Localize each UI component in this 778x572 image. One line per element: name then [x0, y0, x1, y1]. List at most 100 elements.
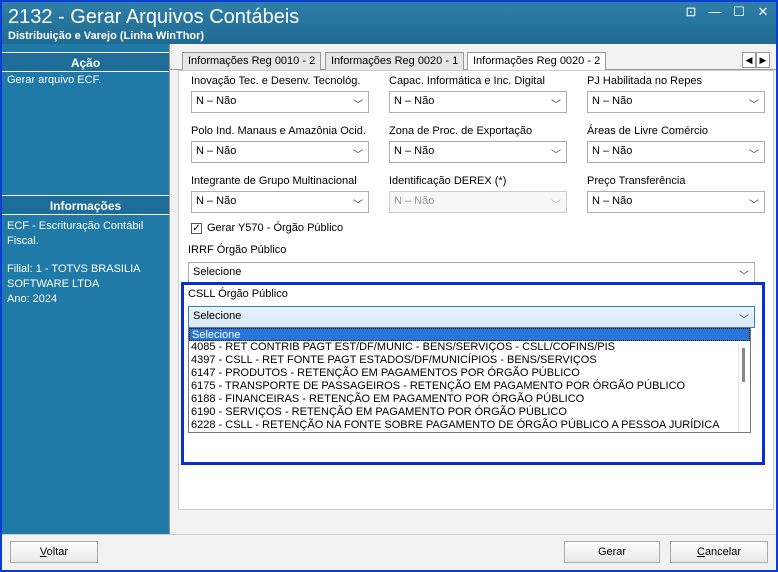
zona-label: Zona de Proc. de Exportação [389, 125, 533, 137]
pj-repes-select[interactable]: N – Não ﹀ [587, 91, 765, 113]
minimize-icon[interactable]: — [708, 5, 722, 19]
voltar-accel: V [39, 546, 47, 558]
irrf-select[interactable]: Selecione ﹀ [188, 262, 755, 284]
info-line2: Fiscal. [7, 235, 39, 247]
chevron-down-icon: ﹀ [551, 100, 561, 111]
window-subtitle: Distribuição e Varejo (Linha WinThor) [8, 30, 205, 42]
maximize-icon[interactable]: ☐ [732, 5, 746, 19]
cancelar-accel: C [696, 546, 705, 558]
areas-label: Áreas de Livre Comércio [587, 125, 709, 137]
info-line1: ECF - Escrituração Contábil [7, 220, 144, 232]
window-title: 2132 - Gerar Arquivos Contábeis [8, 6, 300, 28]
dropdown-option[interactable]: 6228 - CSLL - RETENÇÃO NA FONTE SOBRE PA… [189, 419, 750, 432]
irrf-label: IRRF Órgão Público [188, 244, 287, 256]
field-capac: Capac. Informática e Inc. Digital N – Nã… [389, 75, 567, 113]
chevron-down-icon: ﹀ [749, 150, 759, 161]
derex-value: N – Não [394, 195, 435, 207]
csll-value: Selecione [193, 310, 242, 322]
inovacao-select[interactable]: N – Não ﹀ [191, 91, 369, 113]
gerar-y570-label: Gerar Y570 - Órgão Público [207, 222, 344, 234]
tab-right-arrow-icon[interactable]: ▶ [756, 52, 770, 68]
polo-label: Polo Ind. Manaus e Amazônia Ocid. [191, 125, 366, 137]
dropdown-scrollbar[interactable] [738, 342, 750, 432]
field-csll: CSLL Órgão Público Selecione ﹀ [188, 288, 755, 328]
dropdown-option[interactable]: 6147 - PRODUTOS - RETENÇÃO EM PAGAMENTOS… [189, 367, 750, 380]
dropdown-option[interactable]: 4397 - CSLL - RET FONTE PAGT ESTADOS/DF/… [189, 354, 750, 367]
capac-select[interactable]: N – Não ﹀ [389, 91, 567, 113]
content-area: Informações Reg 0010 - 2 Informações Reg… [170, 44, 776, 534]
dropdown-option[interactable]: Selecione [189, 328, 750, 341]
integrante-value: N – Não [196, 195, 237, 207]
tab-reg-0020-1[interactable]: Informações Reg 0020 - 1 [325, 52, 465, 70]
field-irrf: IRRF Órgão Público Selecione ﹀ [188, 244, 755, 284]
title-bar: 2132 - Gerar Arquivos Contábeis Distribu… [2, 2, 776, 44]
pj-repes-value: N – Não [592, 95, 633, 107]
chevron-down-icon: ﹀ [353, 150, 363, 161]
gerar-y570-row[interactable]: ✓ Gerar Y570 - Órgão Público [191, 222, 343, 234]
field-inovacao: Inovação Tec. e Desenv. Tecnológ. N – Nã… [191, 75, 369, 113]
tab-reg-0010-2[interactable]: Informações Reg 0010 - 2 [182, 52, 322, 70]
chevron-down-icon: ﹀ [353, 100, 363, 111]
window-controls: ⊡ — ☐ ✕ [684, 5, 770, 19]
preco-value: N – Não [592, 195, 633, 207]
acao-header: Ação [2, 52, 169, 72]
sidebar: Ação Gerar arquivo ECF. Informações ECF … [2, 44, 170, 534]
dropdown-option[interactable]: 6188 - FINANCEIRAS - RETENÇÃO EM PAGAMEN… [189, 393, 750, 406]
voltar-label: oltar [46, 546, 69, 558]
capac-label: Capac. Informática e Inc. Digital [389, 75, 545, 87]
chevron-down-icon: ﹀ [353, 200, 363, 211]
derex-select: N – Não ﹀ [389, 191, 567, 213]
preco-select[interactable]: N – Não ﹀ [587, 191, 765, 213]
inovacao-label: Inovação Tec. e Desenv. Tecnológ. [191, 75, 361, 87]
close-icon[interactable]: ✕ [756, 5, 770, 19]
field-derex: Identificação DEREX (*) N – Não ﹀ [389, 175, 567, 213]
derex-label: Identificação DEREX (*) [389, 175, 507, 187]
dropdown-option[interactable]: 6190 - SERVIÇOS - RETENÇÃO EM PAGAMENTO … [189, 406, 750, 419]
inovacao-value: N – Não [196, 95, 237, 107]
preco-label: Preço Transferência [587, 175, 686, 187]
scrollbar-thumb[interactable] [742, 348, 745, 382]
info-line4: SOFTWARE LTDA [7, 278, 100, 290]
pj-repes-label: PJ Habilitada no Repes [587, 75, 702, 87]
info-line3: Filial: 1 - TOTVS BRASILIA [7, 263, 141, 275]
irrf-value: Selecione [193, 266, 242, 278]
csll-select[interactable]: Selecione ﹀ [188, 306, 755, 328]
footer-bar: Voltar Gerar Cancelar [2, 534, 776, 570]
field-polo: Polo Ind. Manaus e Amazônia Ocid. N – Nã… [191, 125, 369, 163]
csll-dropdown-list: Selecione 4085 - RET CONTRIB PAGT EST/DF… [188, 327, 751, 433]
dropdown-option[interactable]: 4085 - RET CONTRIB PAGT EST/DF/MUNIC - B… [189, 341, 750, 354]
chevron-down-icon: ﹀ [749, 100, 759, 111]
zona-select[interactable]: N – Não ﹀ [389, 141, 567, 163]
capac-value: N – Não [394, 95, 435, 107]
chevron-down-icon: ﹀ [551, 150, 561, 161]
polo-select[interactable]: N – Não ﹀ [191, 141, 369, 163]
field-integrante: Integrante de Grupo Multinacional N – Nã… [191, 175, 369, 213]
cancelar-label: ancelar [704, 546, 742, 558]
field-areas: Áreas de Livre Comércio N – Não ﹀ [587, 125, 765, 163]
csll-label: CSLL Órgão Público [188, 288, 288, 300]
field-pj-repes: PJ Habilitada no Repes N – Não ﹀ [587, 75, 765, 113]
integrante-select[interactable]: N – Não ﹀ [191, 191, 369, 213]
areas-select[interactable]: N – Não ﹀ [587, 141, 765, 163]
chevron-down-icon: ﹀ [739, 315, 749, 326]
polo-value: N – Não [196, 145, 237, 157]
info-line5: Ano: 2024 [7, 293, 58, 305]
gerar-button[interactable]: Gerar [564, 541, 660, 563]
main-window: 2132 - Gerar Arquivos Contábeis Distribu… [0, 0, 778, 572]
dropdown-option[interactable]: 6175 - TRANSPORTE DE PASSAGEIROS - RETEN… [189, 380, 750, 393]
tab-reg-0020-2[interactable]: Informações Reg 0020 - 2 [467, 52, 607, 71]
form-panel: Inovação Tec. e Desenv. Tecnológ. N – Nã… [178, 70, 774, 510]
chevron-down-icon: ﹀ [749, 200, 759, 211]
voltar-button[interactable]: Voltar [10, 541, 98, 563]
field-zona: Zona de Proc. de Exportação N – Não ﹀ [389, 125, 567, 163]
chevron-down-icon: ﹀ [739, 271, 749, 282]
zona-value: N – Não [394, 145, 435, 157]
areas-value: N – Não [592, 145, 633, 157]
tab-left-arrow-icon[interactable]: ◀ [742, 52, 756, 68]
cancelar-button[interactable]: Cancelar [670, 541, 768, 563]
restore-icon[interactable]: ⊡ [684, 5, 698, 19]
gerar-y570-checkbox[interactable]: ✓ [191, 222, 202, 234]
info-header: Informações [2, 195, 169, 215]
chevron-down-icon: ﹀ [551, 200, 561, 211]
integrante-label: Integrante de Grupo Multinacional [191, 175, 357, 187]
